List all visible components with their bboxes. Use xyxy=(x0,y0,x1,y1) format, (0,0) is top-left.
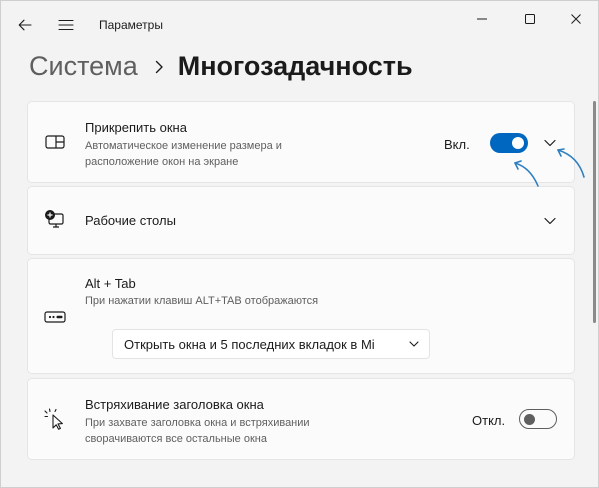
maximize-button[interactable] xyxy=(513,9,547,29)
navigation-menu-button[interactable] xyxy=(55,15,77,35)
close-button[interactable] xyxy=(559,9,593,29)
arrow-left-icon xyxy=(18,19,32,31)
shake-toggle[interactable] xyxy=(519,409,557,429)
toggle-knob xyxy=(512,137,524,149)
snap-windows-description-line1: Автоматическое изменение размера и xyxy=(85,140,282,152)
shake-state-label: Откл. xyxy=(472,413,506,428)
snap-windows-toggle[interactable] xyxy=(490,133,528,153)
alt-tab-description: При нажатии клавиш ALT+TAB отображаются xyxy=(85,295,319,307)
page-title: Многозадачность xyxy=(177,51,413,81)
snap-windows-state-label: Вкл. xyxy=(444,137,470,152)
snap-layout-icon xyxy=(44,131,66,153)
chevron-down-icon xyxy=(544,217,556,225)
shake-description-line1: При захвате заголовка окна и встряхивани… xyxy=(85,417,310,429)
title-bar: Параметры xyxy=(1,1,598,45)
title-bar-shake-card: Встряхивание заголовка окна При захвате … xyxy=(27,378,575,460)
settings-window: Параметры Система Многозадачность Прикре… xyxy=(0,0,599,488)
desktops-title: Рабочие столы xyxy=(85,213,176,228)
shake-cursor-icon xyxy=(44,408,66,430)
desktops-card[interactable]: Рабочие столы xyxy=(27,186,575,255)
hamburger-menu-icon xyxy=(58,19,74,31)
snap-windows-expand-chevron[interactable] xyxy=(542,135,558,151)
chevron-right-icon xyxy=(154,60,164,74)
alt-tab-card: Alt + Tab При нажатии клавиш ALT+TAB ото… xyxy=(27,258,575,374)
alt-tab-title: Alt + Tab xyxy=(85,276,136,291)
alt-tab-select[interactable]: Открыть окна и 5 последних вкладок в Mi xyxy=(112,329,430,359)
maximize-icon xyxy=(525,14,535,24)
back-button[interactable] xyxy=(15,15,35,35)
breadcrumb: Система Многозадачность xyxy=(29,51,413,82)
shake-title: Встряхивание заголовка окна xyxy=(85,397,264,412)
desktops-expand-chevron[interactable] xyxy=(542,213,558,229)
chevron-down-icon xyxy=(544,139,556,147)
snap-windows-card[interactable]: Прикрепить окна Автоматическое изменение… xyxy=(27,101,575,183)
minimize-button[interactable] xyxy=(465,9,499,29)
shake-description-line2: сворачиваются все остальные окна xyxy=(85,433,267,445)
minimize-icon xyxy=(477,18,487,20)
close-icon xyxy=(571,14,581,24)
chevron-down-icon xyxy=(407,337,421,351)
alt-tab-select-value: Открыть окна и 5 последних вкладок в Mi xyxy=(124,337,375,352)
virtual-desktops-icon xyxy=(44,209,66,231)
window-title: Параметры xyxy=(99,18,163,32)
keyboard-keys-icon xyxy=(44,306,66,328)
snap-windows-title: Прикрепить окна xyxy=(85,120,187,135)
snap-windows-description-line2: расположение окон на экране xyxy=(85,156,239,168)
scrollbar[interactable] xyxy=(593,101,596,323)
breadcrumb-parent-link[interactable]: Система xyxy=(29,51,138,82)
toggle-knob xyxy=(524,413,535,425)
